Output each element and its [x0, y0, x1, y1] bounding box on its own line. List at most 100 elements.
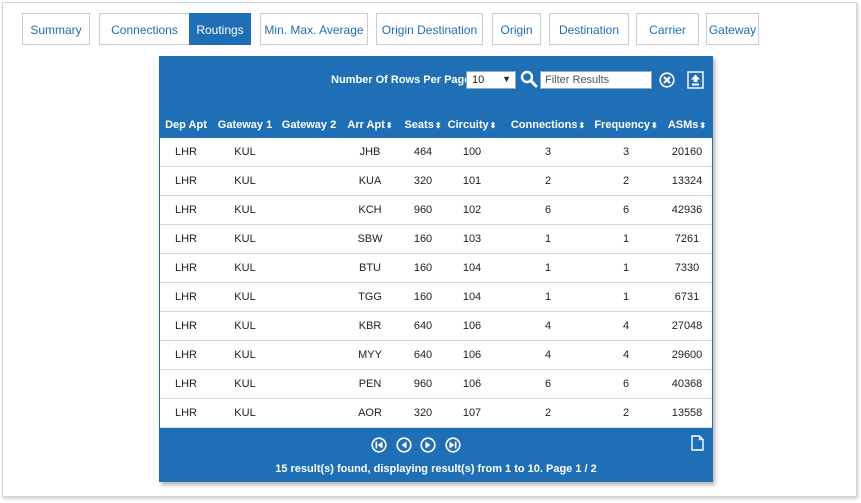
- cell-circuity: 103: [462, 233, 482, 245]
- next-page-icon[interactable]: [419, 436, 437, 454]
- cell-seats: 160: [413, 291, 433, 303]
- column-header-label: Connections: [510, 119, 578, 131]
- cell-arr-apt: AOR: [358, 407, 382, 419]
- tab-gateway[interactable]: Gateway: [706, 13, 759, 45]
- document-icon[interactable]: [691, 435, 704, 451]
- table-row[interactable]: LHR KUL TGG 160 104 1 1 6731: [160, 283, 712, 312]
- column-header-arr-apt[interactable]: Arr Apt⬍: [347, 119, 392, 131]
- cell-circuity: 107: [462, 407, 482, 419]
- cell-connections: 1: [544, 233, 552, 245]
- column-header-connections[interactable]: Connections⬍: [511, 119, 585, 131]
- tab-summary[interactable]: Summary: [22, 13, 90, 45]
- dropdown-arrow-icon: ▼: [502, 74, 511, 84]
- rows-per-page-select[interactable]: 10 ▼: [466, 71, 516, 89]
- table-row[interactable]: LHR KUL KCH 960 102 6 6 42936: [160, 196, 712, 225]
- column-header-label: Circuity: [447, 119, 489, 131]
- column-header-label: Dep Apt: [165, 119, 207, 131]
- cell-frequency: 2: [622, 407, 630, 419]
- table-row[interactable]: LHR KUL JHB 464 100 3 3 20160: [160, 138, 712, 167]
- tab-destination[interactable]: Destination: [549, 13, 629, 45]
- rows-per-page-label: Number Of Rows Per Page: [331, 74, 471, 86]
- cell-dep-apt: LHR: [174, 233, 198, 245]
- cell-asms: 7261: [674, 233, 700, 245]
- table-toolbar: Number Of Rows Per Page 10 ▼: [159, 69, 713, 93]
- column-header-dep-apt: Dep Apt: [165, 119, 207, 131]
- cell-dep-apt: LHR: [174, 204, 198, 216]
- table-row[interactable]: LHR KUL SBW 160 103 1 1 7261: [160, 225, 712, 254]
- cell-connections: 6: [544, 378, 552, 390]
- cell-gateway-1: KUL: [234, 320, 256, 332]
- tab-connections[interactable]: Connections: [99, 13, 190, 45]
- cell-frequency: 1: [622, 233, 630, 245]
- tab-origin[interactable]: Origin: [492, 13, 541, 45]
- search-icon[interactable]: [520, 70, 538, 88]
- table-row[interactable]: LHR KUL PEN 960 106 6 6 40368: [160, 370, 712, 399]
- cell-asms: 40368: [671, 378, 703, 390]
- tab-routings[interactable]: Routings: [189, 13, 251, 45]
- table-row[interactable]: LHR KUL BTU 160 104 1 1 7330: [160, 254, 712, 283]
- cell-connections: 2: [544, 407, 552, 419]
- cell-asms: 7330: [674, 262, 700, 274]
- sort-icon[interactable]: ⬍: [386, 121, 393, 130]
- cell-frequency: 2: [622, 175, 630, 187]
- column-header-gateway-1: Gateway 1: [218, 119, 272, 131]
- cell-circuity: 106: [462, 320, 482, 332]
- cell-dep-apt: LHR: [174, 175, 198, 187]
- filter-results-input[interactable]: [540, 71, 652, 89]
- cell-dep-apt: LHR: [174, 291, 198, 303]
- table-row[interactable]: LHR KUL MYY 640 106 4 4 29600: [160, 341, 712, 370]
- cell-gateway-1: KUL: [234, 204, 256, 216]
- cell-gateway-1: KUL: [234, 233, 256, 245]
- tab-origin-destination[interactable]: Origin Destination: [376, 13, 483, 45]
- cell-connections: 1: [544, 262, 552, 274]
- column-header-circuity[interactable]: Circuity⬍: [448, 119, 497, 131]
- cell-arr-apt: KBR: [358, 320, 382, 332]
- column-header-label: Seats: [404, 119, 434, 131]
- tab-min-max-average[interactable]: Min. Max. Average: [260, 13, 368, 45]
- cell-seats: 640: [413, 349, 433, 361]
- cell-connections: 3: [544, 146, 552, 158]
- cell-seats: 160: [413, 262, 433, 274]
- cell-connections: 6: [544, 204, 552, 216]
- last-page-icon[interactable]: [444, 436, 462, 454]
- cell-connections: 4: [544, 320, 552, 332]
- previous-page-icon[interactable]: [395, 436, 413, 454]
- app-frame: Summary Connections Routings Min. Max. Aver…: [2, 2, 857, 497]
- column-header-label: Frequency: [594, 119, 650, 131]
- cell-dep-apt: LHR: [174, 262, 198, 274]
- sort-icon[interactable]: ⬍: [651, 121, 658, 130]
- column-header-seats[interactable]: Seats⬍: [404, 119, 441, 131]
- cell-seats: 960: [413, 204, 433, 216]
- sort-icon[interactable]: ⬍: [699, 121, 706, 130]
- tab-carrier[interactable]: Carrier: [636, 13, 699, 45]
- cell-dep-apt: LHR: [174, 349, 198, 361]
- table-row[interactable]: LHR KUL KUA 320 101 2 2 13324: [160, 167, 712, 196]
- first-page-icon[interactable]: [370, 436, 388, 454]
- cell-arr-apt: MYY: [358, 349, 382, 361]
- cell-arr-apt: JHB: [359, 146, 381, 158]
- cell-asms: 13558: [671, 407, 703, 419]
- cell-arr-apt: PEN: [358, 378, 382, 390]
- cell-arr-apt: KCH: [358, 204, 382, 216]
- export-icon[interactable]: [687, 71, 704, 89]
- cell-frequency: 3: [622, 146, 630, 158]
- cell-seats: 320: [413, 407, 433, 419]
- cell-frequency: 1: [622, 291, 630, 303]
- clear-filter-icon[interactable]: [658, 71, 676, 89]
- table-row[interactable]: LHR KUL AOR 320 107 2 2 13558: [160, 399, 712, 428]
- cell-circuity: 100: [462, 146, 482, 158]
- sort-icon[interactable]: ⬍: [490, 121, 497, 130]
- cell-circuity: 101: [462, 175, 482, 187]
- table-footer: 15 result(s) found, displaying result(s)…: [159, 428, 713, 482]
- table-row[interactable]: LHR KUL KBR 640 106 4 4 27048: [160, 312, 712, 341]
- cell-circuity: 106: [462, 378, 482, 390]
- column-header-frequency[interactable]: Frequency⬍: [594, 119, 657, 131]
- cell-seats: 160: [413, 233, 433, 245]
- cell-dep-apt: LHR: [174, 146, 198, 158]
- sort-icon[interactable]: ⬍: [578, 121, 585, 130]
- column-header-label: Gateway 2: [281, 119, 337, 131]
- cell-dep-apt: LHR: [174, 407, 198, 419]
- sort-icon[interactable]: ⬍: [435, 121, 442, 130]
- cell-asms: 42936: [671, 204, 703, 216]
- column-header-asms[interactable]: ASMs⬍: [668, 119, 706, 131]
